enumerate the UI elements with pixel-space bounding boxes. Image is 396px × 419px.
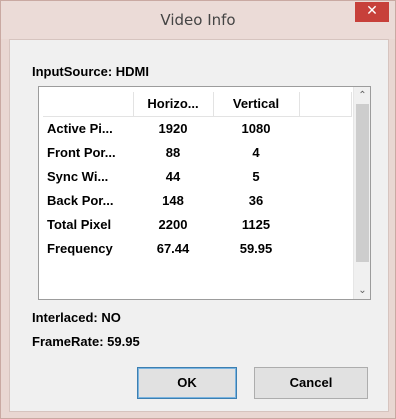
dialog-body: InputSource: HDMI Horizo... Vertical Act… [9,39,389,412]
table-row[interactable]: Total Pixel 2200 1125 [43,212,351,236]
row-name: Sync Wi... [47,168,109,184]
interlaced-label: Interlaced: NO [32,310,121,325]
chevron-up-icon[interactable]: ⌃ [354,87,370,104]
vertical-value: 1080 [241,120,271,136]
table-row[interactable]: Frequency 67.44 59.95 [43,236,351,260]
vertical-value: 4 [252,144,260,160]
row-name: Frequency [47,240,113,256]
vertical-value: 5 [252,168,260,184]
horizontal-value: 88 [165,144,181,160]
horizontal-value: 1920 [158,120,188,136]
row-name: Back Por... [47,192,114,208]
vertical-value: 59.95 [239,240,273,256]
vertical-value: 36 [248,192,264,208]
column-header-name[interactable] [43,92,134,117]
table-row[interactable]: Sync Wi... 44 5 [43,164,351,188]
timing-list[interactable]: Horizo... Vertical Active Pi... 1920 108… [38,86,371,300]
horizontal-value: 44 [165,168,181,184]
close-icon: ✕ [366,3,378,19]
chevron-down-icon[interactable]: ⌄ [354,282,370,299]
vertical-scrollbar[interactable]: ⌃ ⌄ [353,87,370,299]
table-row[interactable]: Active Pi... 1920 1080 [43,116,351,140]
column-header-vertical[interactable]: Vertical [213,92,300,117]
table-row[interactable]: Front Por... 88 4 [43,140,351,164]
horizontal-value: 67.44 [156,240,190,256]
column-header-empty[interactable] [299,92,352,117]
cancel-button[interactable]: Cancel [254,367,368,399]
scroll-thumb[interactable] [356,104,369,262]
vertical-value: 1125 [241,216,271,232]
horizontal-value: 148 [162,192,184,208]
window-title: Video Info [160,11,236,29]
row-name: Active Pi... [47,120,113,136]
close-button[interactable]: ✕ [355,2,389,22]
ok-button[interactable]: OK [137,367,237,399]
framerate-label: FrameRate: 59.95 [32,334,140,349]
video-info-dialog: Video Info ✕ InputSource: HDMI Horizo...… [0,0,396,419]
horizontal-value: 2200 [158,216,188,232]
timing-table: Horizo... Vertical Active Pi... 1920 108… [43,92,352,260]
table-header-row: Horizo... Vertical [43,92,352,117]
row-name: Front Por... [47,144,116,160]
title-bar[interactable]: Video Info ✕ [1,1,395,39]
input-source-label: InputSource: HDMI [32,64,149,79]
column-header-horizontal[interactable]: Horizo... [133,92,214,117]
row-name: Total Pixel [47,216,112,232]
table-row[interactable]: Back Por... 148 36 [43,188,351,212]
